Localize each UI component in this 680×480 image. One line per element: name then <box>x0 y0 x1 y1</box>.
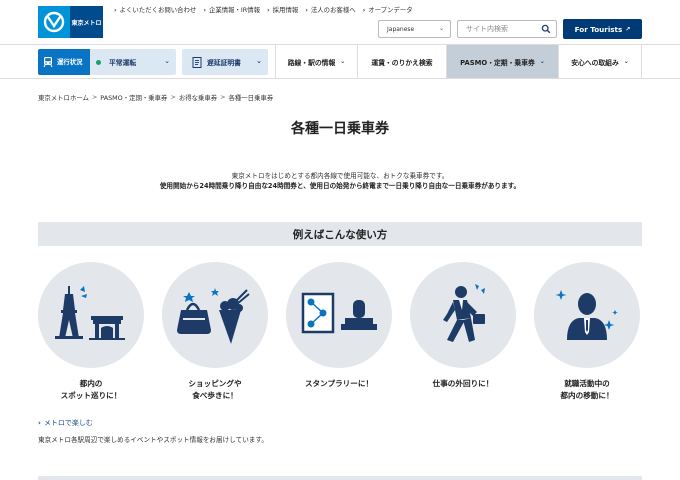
job-seeker-icon <box>555 290 618 340</box>
use-case-label: ショッピングや 食べ歩きに！ <box>161 378 269 402</box>
use-case-line: 都内の <box>79 379 103 388</box>
enjoy-metro-link[interactable]: › メトロで楽しむ <box>38 418 93 428</box>
search-input[interactable]: サイト内検索 <box>457 20 557 38</box>
metro-m-icon <box>38 6 70 38</box>
page-title: 各種一日乗車券 <box>291 121 389 137</box>
delay-certificate[interactable]: 遅延証明書 ⌄ <box>182 49 268 75</box>
language-value: Japanese <box>387 25 415 33</box>
util-link-label: 法人のお客様へ <box>310 6 356 14</box>
next-section-bar <box>38 476 642 480</box>
arrow-right-icon: › <box>114 5 117 14</box>
use-case-label: 就職活動中の 都内の移動に！ <box>533 378 641 402</box>
document-icon <box>192 56 202 68</box>
shopping-bag-icon <box>177 288 250 344</box>
breadcrumb-separator: > <box>220 93 226 101</box>
breadcrumb-deals[interactable]: お得な乗車券 <box>179 93 217 102</box>
util-link-recruit[interactable]: › 採用情報 <box>267 5 299 15</box>
use-case-line: 就職活動中の <box>564 379 610 388</box>
use-case-label: 都内の スポット巡りに！ <box>37 378 145 402</box>
use-case-line: 食べ歩きに！ <box>192 391 238 400</box>
utility-links: › よくいただくお問い合わせ › 企業情報・IR情報 › 採用情報 › 法人のお客様へ … <box>114 5 420 15</box>
status-ok-icon <box>96 59 101 65</box>
util-link-opendata[interactable]: › オープンデータ <box>362 5 413 15</box>
search-icon[interactable] <box>541 24 551 34</box>
use-case-circle <box>410 262 516 368</box>
for-tourists-button[interactable]: For Tourists ↗ <box>563 19 642 39</box>
arrow-right-icon: › <box>305 5 308 14</box>
use-case-circle <box>162 262 268 368</box>
chevron-down-icon: ⌄ <box>256 57 262 65</box>
intro-text-bold: 使用開始から24時間乗り降り自由な24時間券と、使用日の始発から終電まで一日乗り… <box>159 182 521 190</box>
external-link-icon: ↗ <box>625 25 631 33</box>
arrow-right-icon: › <box>203 5 206 14</box>
delay-certificate-label: 遅延証明書 <box>207 59 241 67</box>
tourists-label: For Tourists <box>574 24 623 34</box>
language-select[interactable]: Japanese ⌄ <box>378 20 451 38</box>
use-case-line: スポット巡りに！ <box>60 391 122 400</box>
use-case-circle <box>38 262 144 368</box>
chevron-down-icon: ⌄ <box>438 25 444 32</box>
chevron-down-icon: ⌄ <box>623 58 629 65</box>
enjoy-metro-label: メトロで楽しむ <box>43 419 93 427</box>
use-case-card: ショッピングや 食べ歩きに！ <box>161 262 269 402</box>
use-case-circle <box>286 262 392 368</box>
logo-text: 東京メトロ <box>70 6 103 38</box>
train-icon <box>43 57 53 68</box>
search-placeholder: サイト内検索 <box>466 25 508 33</box>
util-link-label: 採用情報 <box>272 6 299 14</box>
breadcrumb: 東京メトロホーム > PASMO・定期・乗車券 > お得な乗車券 > 各種一日乗… <box>38 93 273 102</box>
use-case-line: 仕事の外回りに！ <box>432 379 494 388</box>
nav-fare-search[interactable]: 運賃・のりかえ検索 <box>357 45 446 78</box>
util-link-business[interactable]: › 法人のお客様へ <box>305 5 356 15</box>
chevron-down-icon: ⌄ <box>539 58 545 65</box>
chevron-down-icon: ⌄ <box>340 58 346 65</box>
arrow-right-icon: › <box>267 5 270 14</box>
use-case-label: 仕事の外回りに！ <box>409 378 517 390</box>
util-link-label: オープンデータ <box>368 6 413 14</box>
site-header: 東京メトロ › よくいただくお問い合わせ › 企業情報・IR情報 › 採用情報 › 法人… <box>0 0 680 44</box>
tokyo-metro-logo[interactable]: 東京メトロ <box>38 6 103 38</box>
arrow-right-icon: › <box>362 5 366 14</box>
section-heading: 例えばこんな使い方 <box>38 222 642 246</box>
stamp-icon <box>301 292 377 334</box>
status-label: 運行状況 <box>57 58 83 66</box>
status-value: 平常運転 <box>96 57 136 67</box>
use-case-line: 都内の移動に！ <box>560 391 614 400</box>
nav-item-label: 安心への取組み <box>571 58 619 67</box>
arrow-right-icon: › <box>38 419 41 427</box>
breadcrumb-pasmo[interactable]: PASMO・定期・乗車券 <box>100 93 167 102</box>
use-case-card: 都内の スポット巡りに！ <box>37 262 145 402</box>
breadcrumb-current: 各種一日乗車券 <box>228 94 274 102</box>
tokyo-tower-icon <box>55 286 125 340</box>
nav-pasmo-tickets[interactable]: PASMO・定期・乗車券 ⌄ <box>446 45 558 78</box>
nav-lines-stations[interactable]: 路線・駅の情報 ⌄ <box>275 45 357 78</box>
intro-text: 東京メトロをはじめとする都内各線で使用可能な、おトクな乗車券です。 <box>231 172 449 180</box>
service-status[interactable]: 運行状況 平常運転 ⌄ <box>38 49 176 75</box>
status-badge: 運行状況 <box>38 49 90 75</box>
use-case-card: 仕事の外回りに！ <box>409 262 517 390</box>
util-link-label: よくいただくお問い合わせ <box>119 6 197 14</box>
nav-item-label: 路線・駅の情報 <box>287 58 336 67</box>
util-link-faq[interactable]: › よくいただくお問い合わせ <box>114 5 197 15</box>
use-case-label: スタンプラリーに！ <box>285 378 393 390</box>
util-link-label: 企業情報・IR情報 <box>208 6 261 14</box>
nav-item-label: 運賃・のりかえ検索 <box>371 58 433 67</box>
breadcrumb-home[interactable]: 東京メトロホーム <box>38 93 89 102</box>
use-case-circle <box>534 262 640 368</box>
breadcrumb-separator: > <box>170 93 176 101</box>
breadcrumb-separator: > <box>91 93 98 101</box>
nav-safety[interactable]: 安心への取組み ⌄ <box>558 45 642 78</box>
nav-item-label: PASMO・定期・乗車券 <box>460 58 535 67</box>
status-value-text: 平常運転 <box>109 59 137 67</box>
use-case-line: スタンプラリーに！ <box>304 379 374 388</box>
global-nav: 運行状況 平常運転 ⌄ 遅延証明書 ⌄ 路線・駅の情報 ⌄ 運賃・のりかえ検索 … <box>0 44 680 79</box>
util-link-corporate[interactable]: › 企業情報・IR情報 <box>203 5 261 15</box>
chevron-down-icon: ⌄ <box>164 57 170 65</box>
use-case-line: ショッピングや <box>188 379 242 388</box>
use-case-card: 就職活動中の 都内の移動に！ <box>533 262 641 402</box>
enjoy-metro-description: 東京メトロ各駅周辺で楽しめるイベントやスポット情報をお届けしています。 <box>38 436 268 444</box>
businessman-icon <box>443 284 485 342</box>
use-case-card: スタンプラリーに！ <box>285 262 393 390</box>
